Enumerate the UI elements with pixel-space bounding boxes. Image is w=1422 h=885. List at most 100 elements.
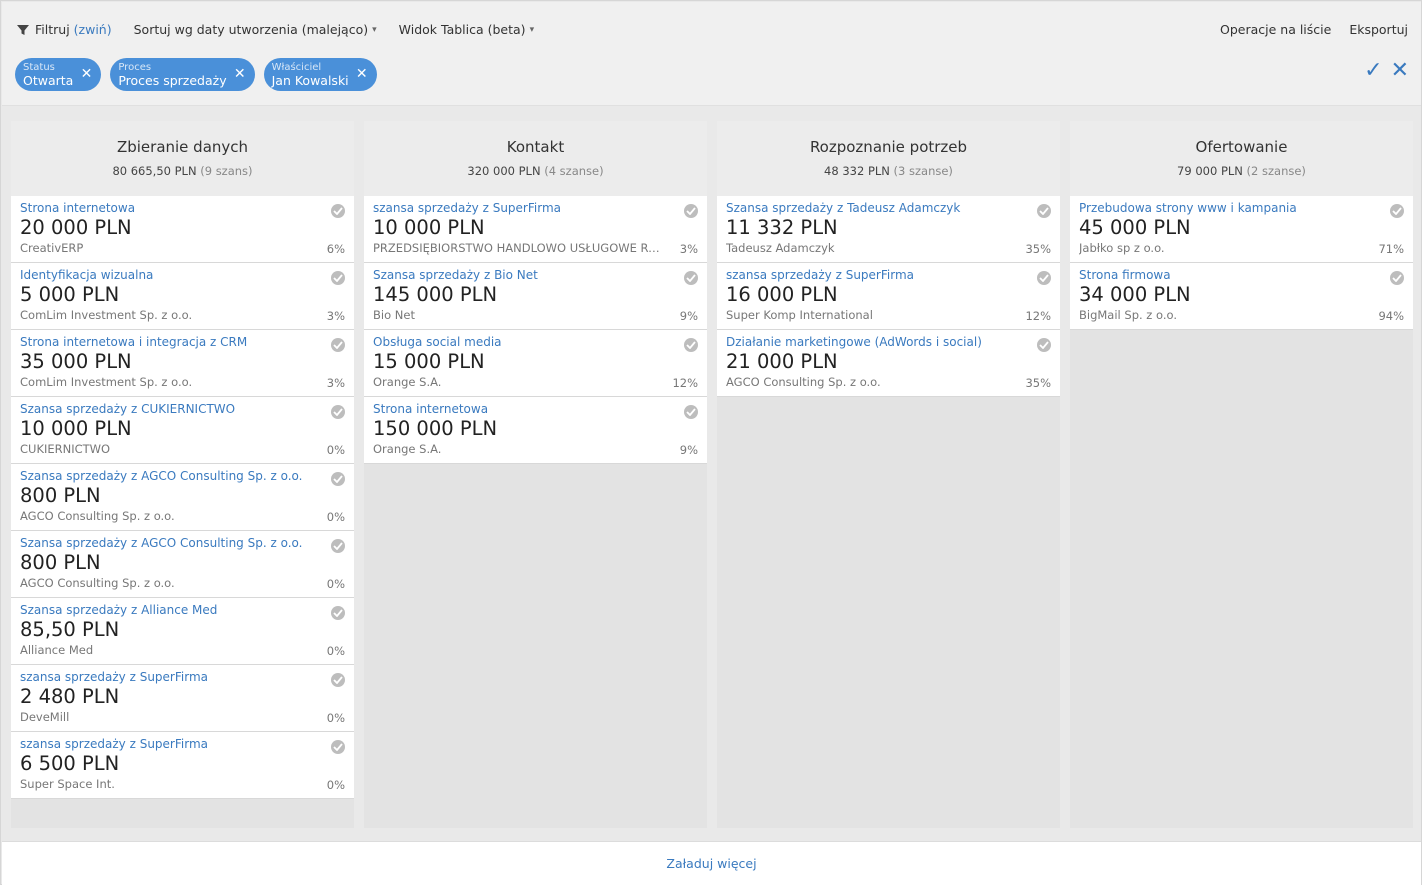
card-probability: 35%: [1025, 242, 1051, 256]
card-company: Alliance Med: [20, 643, 94, 657]
filter-collapse-link[interactable]: (zwiń): [74, 22, 112, 37]
check-circle-icon[interactable]: [331, 338, 345, 352]
card-title-link[interactable]: szansa sprzedaży z SuperFirma: [20, 737, 320, 751]
load-more-button[interactable]: Załaduj więcej: [666, 856, 756, 871]
opportunity-card[interactable]: szansa sprzedaży z SuperFirma 2 480 PLN …: [11, 665, 354, 732]
card-value: 16 000 PLN: [726, 283, 838, 306]
board-column: Rozpoznanie potrzeb 48 332 PLN (3 szanse…: [717, 121, 1060, 828]
view-label: Widok Tablica (beta): [398, 22, 526, 37]
card-probability: 6%: [326, 242, 345, 256]
opportunity-card[interactable]: szansa sprzedaży z SuperFirma 10 000 PLN…: [364, 196, 707, 263]
card-company: Tadeusz Adamczyk: [726, 241, 835, 255]
sort-label: Sortuj wg daty utworzenia (malejąco): [133, 22, 369, 37]
opportunity-card[interactable]: szansa sprzedaży z SuperFirma 16 000 PLN…: [717, 263, 1060, 330]
export-button[interactable]: Eksportuj: [1349, 22, 1408, 37]
card-probability: 3%: [679, 242, 698, 256]
check-circle-icon[interactable]: [1037, 204, 1051, 218]
card-title-link[interactable]: Szansa sprzedaży z Bio Net: [373, 268, 673, 282]
card-value: 2 480 PLN: [20, 685, 120, 708]
card-title-link[interactable]: Działanie marketingowe (AdWords i social…: [726, 335, 1026, 349]
opportunity-card[interactable]: Strona internetowa i integracja z CRM 35…: [11, 330, 354, 397]
card-title-link[interactable]: szansa sprzedaży z SuperFirma: [373, 201, 673, 215]
opportunity-card[interactable]: Strona internetowa 20 000 PLN CreativERP…: [11, 196, 354, 263]
check-circle-icon[interactable]: [331, 740, 345, 754]
close-icon[interactable]: ✕: [234, 66, 246, 82]
check-circle-icon[interactable]: [331, 204, 345, 218]
opportunity-card[interactable]: Strona firmowa 34 000 PLN BigMail Sp. z …: [1070, 263, 1413, 330]
opportunity-card[interactable]: Przebudowa strony www i kampania 45 000 …: [1070, 196, 1413, 263]
toolbar-left: Filtruj (zwiń) Sortuj wg daty utworzenia…: [16, 22, 556, 37]
card-value: 45 000 PLN: [1079, 216, 1191, 239]
clear-close-icon[interactable]: ✕: [1391, 60, 1409, 82]
card-value: 20 000 PLN: [20, 216, 132, 239]
check-circle-icon[interactable]: [684, 405, 698, 419]
card-probability: 12%: [1025, 309, 1051, 323]
close-icon[interactable]: ✕: [81, 66, 93, 82]
close-icon[interactable]: ✕: [356, 66, 368, 82]
opportunity-card[interactable]: Obsługa social media 15 000 PLN Orange S…: [364, 330, 707, 397]
card-title-link[interactable]: Strona firmowa: [1079, 268, 1379, 282]
check-circle-icon[interactable]: [1390, 271, 1404, 285]
check-circle-icon[interactable]: [331, 472, 345, 486]
card-title-link[interactable]: Identyfikacja wizualna: [20, 268, 320, 282]
card-title-link[interactable]: Przebudowa strony www i kampania: [1079, 201, 1379, 215]
card-title-link[interactable]: szansa sprzedaży z SuperFirma: [20, 670, 320, 684]
opportunity-card[interactable]: Działanie marketingowe (AdWords i social…: [717, 330, 1060, 397]
column-summary: 48 332 PLN (3 szanse): [717, 164, 1060, 178]
column-count: (3 szanse): [893, 164, 953, 178]
card-title-link[interactable]: Szansa sprzedaży z AGCO Consulting Sp. z…: [20, 536, 320, 550]
column-summary: 320 000 PLN (4 szanse): [364, 164, 707, 178]
card-company: PRZEDSIĘBIORSTWO HANDLOWO USŁUGOWE RAKOW…: [373, 241, 663, 255]
filter-actions: ✓ ✕: [1356, 60, 1409, 82]
opportunity-card[interactable]: szansa sprzedaży z SuperFirma 6 500 PLN …: [11, 732, 354, 799]
check-circle-icon[interactable]: [1390, 204, 1404, 218]
filter-chip-owner[interactable]: Właściciel Jan Kowalski ✕: [263, 58, 377, 91]
apply-check-icon[interactable]: ✓: [1364, 60, 1382, 82]
card-probability: 0%: [326, 510, 345, 524]
check-circle-icon[interactable]: [331, 539, 345, 553]
view-dropdown[interactable]: Widok Tablica (beta) ▾: [399, 22, 534, 37]
check-circle-icon[interactable]: [684, 204, 698, 218]
card-title-link[interactable]: Strona internetowa: [20, 201, 320, 215]
column-sum: 80 665,50 PLN: [112, 164, 197, 178]
check-circle-icon[interactable]: [684, 338, 698, 352]
check-circle-icon[interactable]: [331, 271, 345, 285]
card-company: ComLim Investment Sp. z o.o.: [20, 375, 193, 389]
opportunity-card[interactable]: Szansa sprzedaży z Bio Net 145 000 PLN B…: [364, 263, 707, 330]
card-title-link[interactable]: Szansa sprzedaży z AGCO Consulting Sp. z…: [20, 469, 320, 483]
toolbar-right: Operacje na liście Eksportuj: [1202, 22, 1408, 37]
filter-chip-status[interactable]: Status Otwarta ✕: [15, 58, 102, 91]
check-circle-icon[interactable]: [331, 606, 345, 620]
column-header: Zbieranie danych 80 665,50 PLN (9 szans): [11, 121, 354, 196]
card-title-link[interactable]: szansa sprzedaży z SuperFirma: [726, 268, 1026, 282]
opportunity-card[interactable]: Szansa sprzedaży z AGCO Consulting Sp. z…: [11, 531, 354, 598]
filter-button[interactable]: Filtruj (zwiń): [16, 22, 112, 37]
opportunity-card[interactable]: Szansa sprzedaży z Tadeusz Adamczyk 11 3…: [717, 196, 1060, 263]
list-operations-button[interactable]: Operacje na liście: [1220, 22, 1331, 37]
filter-chip-process[interactable]: Proces Proces sprzedaży ✕: [110, 58, 255, 91]
card-value: 21 000 PLN: [726, 350, 838, 373]
card-title-link[interactable]: Szansa sprzedaży z Tadeusz Adamczyk: [726, 201, 1026, 215]
opportunity-card[interactable]: Szansa sprzedaży z AGCO Consulting Sp. z…: [11, 464, 354, 531]
check-circle-icon[interactable]: [1037, 338, 1051, 352]
card-company: Jabłko sp z o.o.: [1079, 241, 1165, 255]
card-title-link[interactable]: Szansa sprzedaży z CUKIERNICTWO: [20, 402, 320, 416]
card-title-link[interactable]: Szansa sprzedaży z Alliance Med: [20, 603, 320, 617]
column-header: Rozpoznanie potrzeb 48 332 PLN (3 szanse…: [717, 121, 1060, 196]
check-circle-icon[interactable]: [1037, 271, 1051, 285]
card-value: 85,50 PLN: [20, 618, 120, 641]
chip-label: Status: [23, 62, 55, 73]
card-title-link[interactable]: Obsługa social media: [373, 335, 673, 349]
opportunity-card[interactable]: Strona internetowa 150 000 PLN Orange S.…: [364, 397, 707, 464]
card-title-link[interactable]: Strona internetowa: [373, 402, 673, 416]
card-company: AGCO Consulting Sp. z o.o.: [20, 576, 175, 590]
opportunity-card[interactable]: Identyfikacja wizualna 5 000 PLN ComLim …: [11, 263, 354, 330]
check-circle-icon[interactable]: [684, 271, 698, 285]
sort-dropdown[interactable]: Sortuj wg daty utworzenia (malejąco) ▾: [134, 22, 377, 37]
opportunity-card[interactable]: Szansa sprzedaży z CUKIERNICTWO 10 000 P…: [11, 397, 354, 464]
card-title-link[interactable]: Strona internetowa i integracja z CRM: [20, 335, 320, 349]
check-circle-icon[interactable]: [331, 673, 345, 687]
card-company: AGCO Consulting Sp. z o.o.: [726, 375, 881, 389]
opportunity-card[interactable]: Szansa sprzedaży z Alliance Med 85,50 PL…: [11, 598, 354, 665]
check-circle-icon[interactable]: [331, 405, 345, 419]
